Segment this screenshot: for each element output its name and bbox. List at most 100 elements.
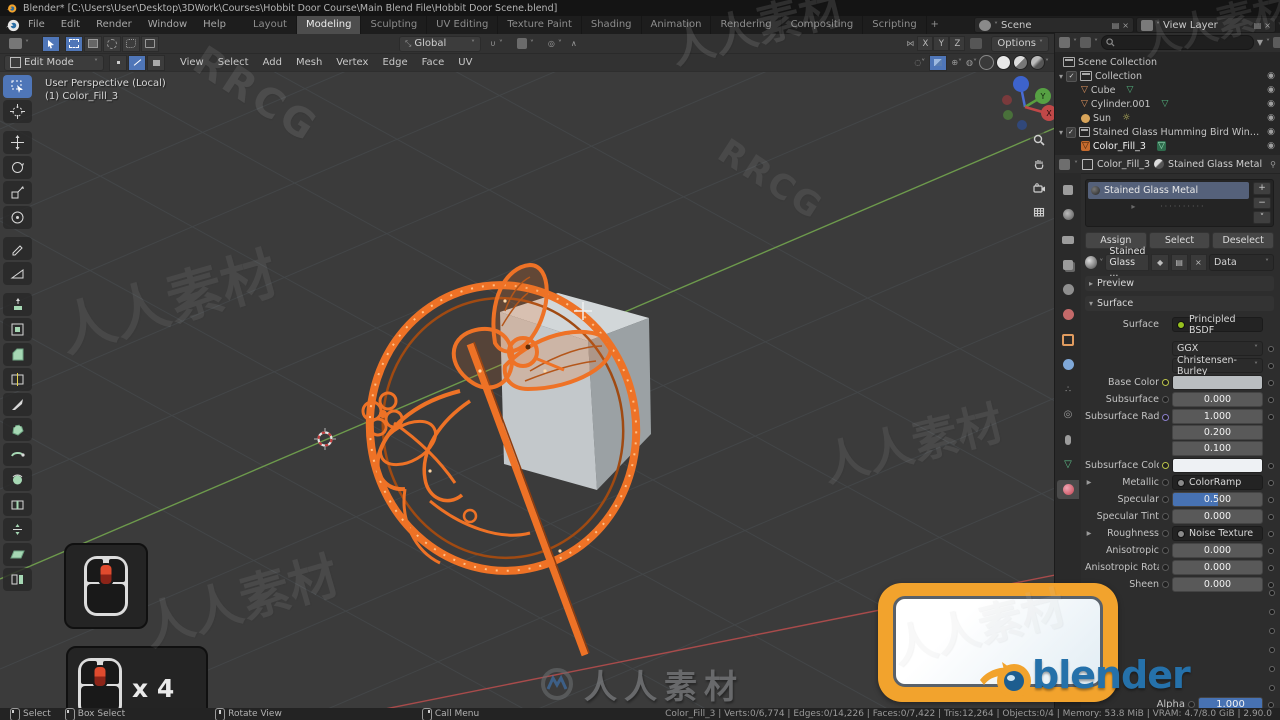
- radius-z-field[interactable]: 0.100: [1172, 441, 1263, 456]
- perspective-toggle-icon[interactable]: [1030, 203, 1048, 221]
- select-lasso-button[interactable]: [122, 35, 140, 52]
- browse-material-icon[interactable]: [1085, 256, 1098, 269]
- decorator-dot[interactable]: [1268, 362, 1274, 369]
- tool-bevel[interactable]: [3, 343, 32, 366]
- object-visibility-dropdown[interactable]: ◌˅: [914, 58, 925, 67]
- tab-render[interactable]: [1057, 205, 1079, 224]
- slot-specials-button[interactable]: ˅: [1253, 211, 1271, 225]
- decorator-dot[interactable]: [1269, 685, 1275, 691]
- tab-material[interactable]: [1057, 480, 1079, 499]
- shading-wireframe-button[interactable]: [979, 55, 994, 70]
- select-box-button[interactable]: [84, 35, 102, 52]
- anisotropic-slider[interactable]: 0.000: [1172, 543, 1263, 558]
- animate-dot[interactable]: [1162, 564, 1169, 571]
- anisotropic-rotation-slider[interactable]: 0.000: [1172, 560, 1263, 575]
- shading-material-button[interactable]: [1013, 55, 1028, 70]
- decorator-dot[interactable]: [1268, 547, 1274, 554]
- tab-texture-paint[interactable]: Texture Paint: [498, 16, 582, 34]
- add-workspace-button[interactable]: +: [927, 16, 943, 34]
- decorator-dot[interactable]: [1269, 609, 1275, 615]
- animate-dot[interactable]: [1162, 513, 1169, 520]
- new-scene-icon[interactable]: ▤: [1112, 21, 1120, 30]
- metallic-texture-button[interactable]: ColorRamp: [1172, 475, 1263, 490]
- options-dropdown[interactable]: Options ˅: [991, 35, 1049, 52]
- decorator-dot[interactable]: [1268, 496, 1274, 503]
- deselect-button[interactable]: Deselect: [1212, 232, 1275, 249]
- tool-cursor[interactable]: [3, 100, 32, 123]
- visibility-eye-icon[interactable]: ◉: [1267, 99, 1275, 109]
- outliner-row-cube[interactable]: ▽ Cube ▽ ◉: [1055, 83, 1280, 97]
- mirror-y-button[interactable]: Y: [933, 36, 950, 51]
- animate-dot[interactable]: [1162, 379, 1169, 386]
- animate-dot[interactable]: [1162, 479, 1169, 486]
- xray-toggle[interactable]: [929, 54, 948, 71]
- tab-view-layer[interactable]: [1057, 255, 1079, 274]
- visibility-eye-icon[interactable]: ◉: [1267, 141, 1275, 151]
- remove-slot-button[interactable]: −: [1253, 196, 1271, 210]
- tab-world[interactable]: [1057, 305, 1079, 324]
- animate-dot[interactable]: [1162, 547, 1169, 554]
- disclosure-icon[interactable]: ▾: [1059, 72, 1063, 81]
- slot-list-grip[interactable]: ▸ ··········: [1088, 199, 1249, 213]
- radius-y-field[interactable]: 0.200: [1172, 425, 1263, 440]
- tab-scene[interactable]: [1057, 280, 1079, 299]
- zoom-icon[interactable]: [1030, 131, 1048, 149]
- radius-x-field[interactable]: 1.000: [1172, 409, 1263, 424]
- falloff-icon[interactable]: ∧: [571, 39, 577, 48]
- outliner-search-input[interactable]: [1101, 35, 1254, 50]
- face-select-button[interactable]: [147, 54, 165, 71]
- tab-object[interactable]: [1057, 330, 1079, 349]
- select-circle-button[interactable]: [103, 35, 121, 52]
- tool-poly-build[interactable]: [3, 418, 32, 441]
- outliner-row-scene-collection[interactable]: Scene Collection: [1055, 55, 1280, 69]
- new-material-button[interactable]: ▤: [1170, 254, 1188, 271]
- menu-window[interactable]: Window: [140, 16, 195, 34]
- base-color-swatch[interactable]: [1172, 375, 1263, 390]
- tool-measure[interactable]: [3, 262, 32, 285]
- tool-edge-slide[interactable]: [3, 493, 32, 516]
- add-slot-button[interactable]: +: [1253, 182, 1271, 195]
- outliner-display-mode-icon[interactable]: [1059, 37, 1070, 48]
- snap-target-dropdown[interactable]: ˅: [512, 37, 539, 51]
- decorator-dot[interactable]: [1268, 396, 1274, 403]
- tool-select-box[interactable]: [3, 75, 32, 98]
- menu-help[interactable]: Help: [195, 16, 234, 34]
- roughness-texture-button[interactable]: Noise Texture: [1172, 526, 1263, 541]
- unlink-material-button[interactable]: ×: [1189, 254, 1207, 271]
- tool-shrink-fatten[interactable]: [3, 518, 32, 541]
- collection-checkbox[interactable]: ✓: [1066, 70, 1078, 82]
- specular-tint-slider[interactable]: 0.000: [1172, 509, 1263, 524]
- tab-particles[interactable]: ∴: [1057, 380, 1079, 399]
- decorator-dot[interactable]: [1268, 564, 1274, 571]
- pin-icon[interactable]: ⚲: [1270, 160, 1276, 169]
- tool-rip-region[interactable]: [3, 568, 32, 591]
- mirror-z-button[interactable]: Z: [949, 36, 966, 51]
- decorator-dot[interactable]: [1268, 414, 1274, 420]
- outliner-row-collection[interactable]: ▾ ✓ Collection ◉: [1055, 69, 1280, 83]
- menu-mesh[interactable]: Mesh: [289, 57, 329, 68]
- tab-physics[interactable]: ◎: [1057, 405, 1079, 424]
- expand-icon[interactable]: ▸: [1085, 477, 1093, 488]
- select-mode-extra-button[interactable]: [141, 35, 159, 52]
- visibility-eye-icon[interactable]: ◉: [1267, 71, 1275, 81]
- snap-extra-icon[interactable]: [970, 38, 983, 49]
- preview-panel-header[interactable]: ▸ Preview: [1085, 276, 1274, 291]
- animate-dot[interactable]: [1162, 581, 1169, 588]
- animate-dot[interactable]: [1162, 530, 1169, 537]
- subsurface-method-dropdown[interactable]: Christensen-Burley ˅: [1172, 355, 1263, 377]
- tab-output[interactable]: [1057, 230, 1079, 249]
- select-tweak-button[interactable]: [65, 35, 83, 52]
- menu-view[interactable]: View: [173, 57, 211, 68]
- decorator-dot[interactable]: [1268, 462, 1274, 469]
- tool-annotate[interactable]: [3, 237, 32, 260]
- decorator-dot[interactable]: [1268, 479, 1274, 486]
- disclosure-icon[interactable]: ▾: [1059, 128, 1063, 137]
- specular-slider[interactable]: 0.500: [1172, 492, 1263, 507]
- scene-selector[interactable]: ˅ Scene ▤ ×: [974, 17, 1134, 33]
- surface-node-button[interactable]: Principled BSDF: [1172, 314, 1263, 336]
- tab-tool[interactable]: [1057, 180, 1079, 199]
- mirror-x-button[interactable]: X: [917, 36, 934, 51]
- tool-transform[interactable]: [3, 206, 32, 229]
- menu-edge[interactable]: Edge: [375, 57, 414, 68]
- dropdown-arrow-icon[interactable]: ˅: [1099, 258, 1103, 267]
